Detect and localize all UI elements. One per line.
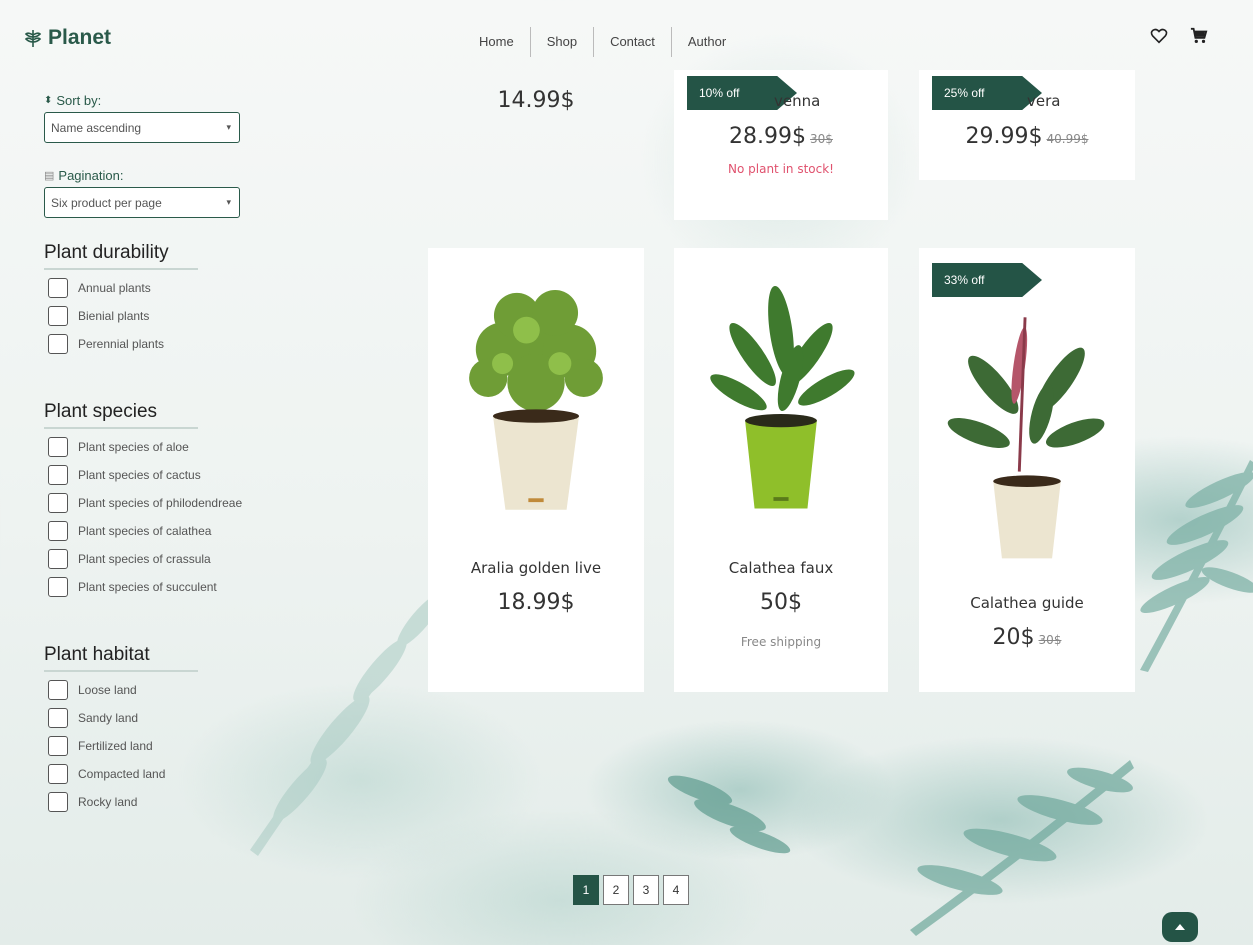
- page-button-3[interactable]: 3: [633, 875, 659, 905]
- product-card[interactable]: 14.99$: [428, 70, 644, 180]
- shipping-note: Free shipping: [740, 635, 822, 649]
- fern-decoration: [667, 775, 791, 854]
- stock-status: No plant in stock!: [728, 162, 834, 176]
- product-name: Calathea guide: [970, 594, 1084, 612]
- filter-checkbox[interactable]: Fertilized land: [44, 732, 198, 760]
- chevron-up-icon: [1175, 924, 1185, 930]
- chevron-down-icon: ▾: [226, 197, 231, 207]
- sort-icon: ⬍: [44, 95, 53, 106]
- product-price: 28.99$ 30$: [729, 124, 833, 149]
- aralia-plant-image: [469, 289, 603, 510]
- nav-home[interactable]: Home: [463, 27, 531, 57]
- checkbox[interactable]: [48, 306, 68, 326]
- old-price: 40.99$: [1046, 132, 1089, 146]
- product-card[interactable]: Aralia golden live 18.99$: [428, 248, 644, 692]
- chevron-down-icon: ▾: [226, 122, 231, 132]
- checkbox[interactable]: [48, 465, 68, 485]
- filter-checkbox[interactable]: Rocky land: [44, 788, 198, 816]
- main-nav: Home Shop Contact Author: [463, 26, 742, 58]
- filter-checkbox[interactable]: Plant species of calathea: [44, 517, 242, 545]
- filter-checkbox[interactable]: Sandy land: [44, 704, 198, 732]
- checkbox[interactable]: [48, 708, 68, 728]
- filter-checkbox[interactable]: Plant species of crassula: [44, 545, 242, 573]
- leaf-logo-icon: [24, 30, 42, 47]
- filter-checkbox[interactable]: Bienial plants: [44, 302, 198, 330]
- section-title: Plant habitat: [44, 644, 198, 672]
- filter-checkbox[interactable]: Plant species of philodendreae: [44, 489, 242, 517]
- checkbox[interactable]: [48, 764, 68, 784]
- product-price: 14.99$: [497, 88, 575, 113]
- filter-checkbox[interactable]: Perennial plants: [44, 330, 198, 358]
- filter-checkbox[interactable]: Plant species of succulent: [44, 573, 242, 601]
- calathea-faux-plant-image: [710, 285, 855, 509]
- product-card[interactable]: 33% off Calathea guide 20$ 30$: [919, 248, 1135, 692]
- section-title: Plant species: [44, 401, 198, 429]
- product-price: 29.99$ 40.99$: [965, 124, 1089, 149]
- checkbox[interactable]: [48, 680, 68, 700]
- checkbox[interactable]: [48, 549, 68, 569]
- filter-checkbox[interactable]: Plant species of aloe: [44, 433, 242, 461]
- list-icon: ▤: [44, 170, 55, 182]
- page-button-1[interactable]: 1: [573, 875, 599, 905]
- heart-icon[interactable]: [1150, 27, 1168, 45]
- sort-select[interactable]: Name ascending ▾: [44, 112, 240, 143]
- scroll-to-top-button[interactable]: [1162, 912, 1198, 942]
- nav-contact[interactable]: Contact: [594, 27, 672, 57]
- header-icons: [1150, 27, 1208, 45]
- filter-checkbox[interactable]: Loose land: [44, 676, 198, 704]
- species-filter: Plant species Plant species of aloe Plan…: [44, 401, 242, 601]
- logo-text: Planet: [48, 26, 112, 49]
- old-price: 30$: [810, 132, 833, 146]
- pagination-label: ▤ Pagination:: [44, 168, 124, 183]
- planet-logo[interactable]: Planet: [24, 26, 111, 50]
- product-card[interactable]: Calathea faux 50$ Free shipping: [674, 248, 888, 692]
- checkbox[interactable]: [48, 334, 68, 354]
- old-price: 30$: [1038, 633, 1062, 647]
- filter-checkbox[interactable]: Plant species of cactus: [44, 461, 242, 489]
- product-card[interactable]: 25% off vera 29.99$ 40.99$: [919, 70, 1135, 180]
- product-name: venna: [774, 92, 821, 110]
- discount-badge: 33% off: [932, 263, 1042, 297]
- checkbox[interactable]: [48, 493, 68, 513]
- checkbox[interactable]: [48, 521, 68, 541]
- page-button-2[interactable]: 2: [603, 875, 629, 905]
- product-name: Aralia golden live: [470, 559, 602, 577]
- nav-author[interactable]: Author: [672, 27, 742, 57]
- filter-checkbox[interactable]: Annual plants: [44, 274, 198, 302]
- pagination: 1 2 3 4: [573, 875, 689, 905]
- checkbox[interactable]: [48, 278, 68, 298]
- filter-checkbox[interactable]: Compacted land: [44, 760, 198, 788]
- checkbox[interactable]: [48, 437, 68, 457]
- sort-label: ⬍ Sort by:: [44, 93, 102, 108]
- checkbox[interactable]: [48, 736, 68, 756]
- fern-decoration: [910, 760, 1134, 936]
- habitat-filter: Plant habitat Loose land Sandy land Fert…: [44, 644, 198, 816]
- product-price: 20$ 30$: [992, 625, 1062, 650]
- section-title: Plant durability: [44, 242, 198, 270]
- checkbox[interactable]: [48, 577, 68, 597]
- product-name: Calathea faux: [728, 559, 834, 577]
- pagination-select[interactable]: Six product per page ▾: [44, 187, 240, 218]
- cart-icon[interactable]: [1190, 27, 1208, 45]
- page-button-4[interactable]: 4: [663, 875, 689, 905]
- product-price: 18.99$: [497, 590, 575, 615]
- nav-shop[interactable]: Shop: [531, 27, 595, 57]
- product-price: 50$: [760, 590, 802, 615]
- checkbox[interactable]: [48, 792, 68, 812]
- product-name: vera: [1027, 92, 1061, 110]
- calathea-guide-plant-image: [947, 317, 1105, 559]
- durability-filter: Plant durability Annual plants Bienial p…: [44, 242, 198, 358]
- fern-decoration: [1140, 460, 1253, 672]
- product-card[interactable]: 10% off venna 28.99$ 30$ No plant in stoc…: [674, 70, 888, 220]
